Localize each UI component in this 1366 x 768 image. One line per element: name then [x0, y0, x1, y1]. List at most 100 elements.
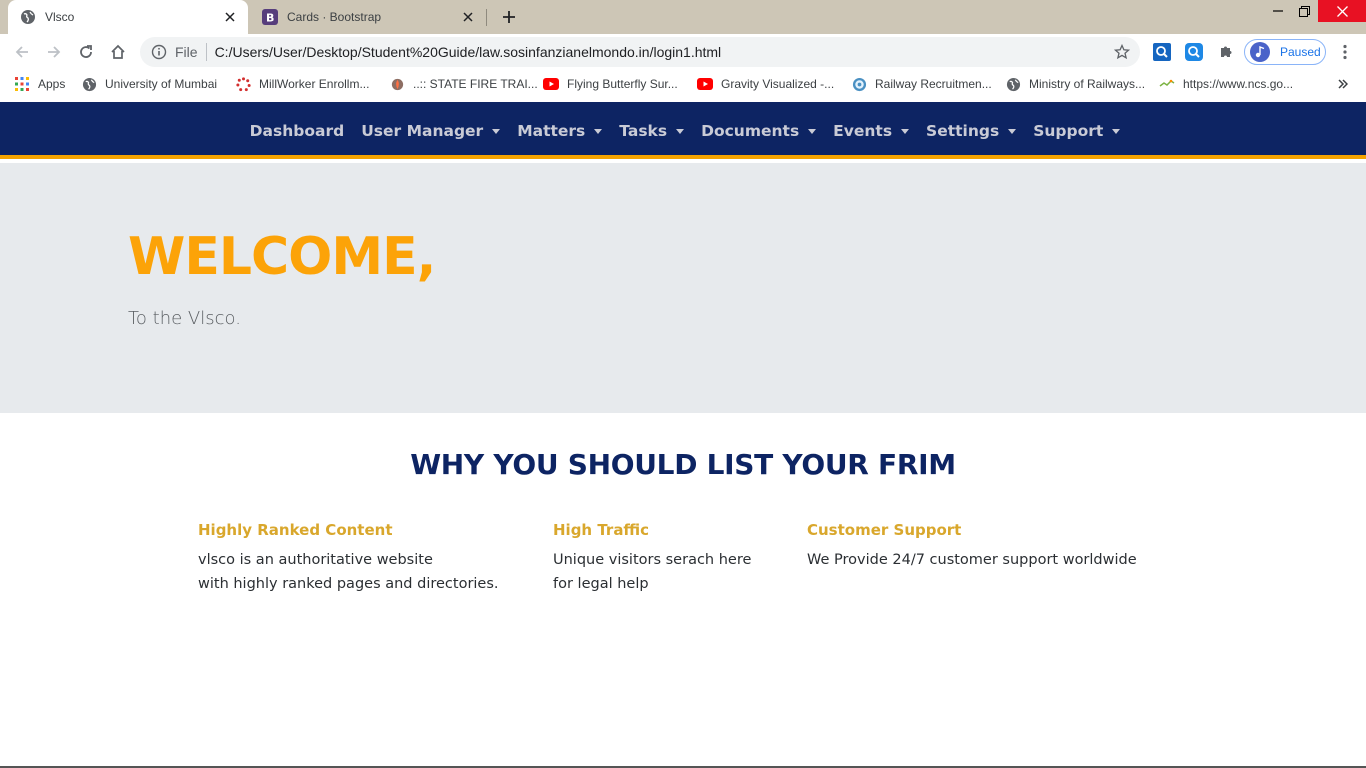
nav-user-manager[interactable]: User Manager: [361, 121, 501, 140]
fire-emblem-icon: [389, 76, 405, 92]
features-heading: WHY YOU SHOULD LIST YOUR FRIM: [410, 448, 956, 481]
bookmark-ministry-of-railways[interactable]: Ministry of Railways...: [1005, 75, 1145, 93]
extensions-puzzle-icon[interactable]: [1216, 42, 1236, 62]
feature-high-traffic: High Traffic Unique visitors serach here…: [553, 520, 751, 596]
minimize-icon: [1273, 10, 1283, 12]
hero-subtitle: To the Vlsco.: [128, 308, 241, 329]
address-bar[interactable]: File C:/Users/User/Desktop/Student%20Gui…: [140, 37, 1140, 67]
address-divider: [205, 43, 207, 61]
arrow-right-icon: [48, 46, 61, 58]
arrow-left-icon: [15, 46, 28, 58]
feature-title: Customer Support: [807, 521, 962, 539]
nav-settings[interactable]: Settings: [926, 121, 1017, 140]
star-icon[interactable]: [1114, 44, 1130, 60]
browser-tab-strip: Vlsco B Cards · Bootstrap: [0, 0, 1366, 34]
kebab-menu-icon: [1343, 44, 1347, 60]
bookmark-gravity-visualized[interactable]: Gravity Visualized -...: [697, 75, 834, 93]
bookmark-flying-butterfly[interactable]: Flying Butterfly Sur...: [543, 75, 678, 93]
profile-avatar-icon: [1250, 42, 1270, 62]
bookmark-millworker[interactable]: MillWorker Enrollm...: [235, 75, 369, 93]
nav-label: Settings: [926, 121, 1000, 140]
feature-highly-ranked-content: Highly Ranked Content vlsco is an author…: [198, 520, 499, 596]
site-navbar: Dashboard User Manager Matters Tasks Doc…: [0, 102, 1366, 159]
svg-text:B: B: [266, 12, 274, 25]
home-button[interactable]: [104, 38, 132, 66]
bookmark-state-fire[interactable]: ..:: STATE FIRE TRAI...: [389, 75, 538, 93]
reload-button[interactable]: [72, 38, 100, 66]
nav-label: User Manager: [361, 121, 484, 140]
feature-description: vlsco is an authoritative website with h…: [198, 548, 499, 596]
caret-down-icon: [1008, 128, 1017, 134]
caret-down-icon: [492, 128, 501, 134]
nav-tasks[interactable]: Tasks: [619, 121, 685, 140]
scheme-label: File: [175, 44, 198, 60]
nav-label: Events: [833, 121, 893, 140]
bookmark-railway-recruitment[interactable]: Railway Recruitmen...: [851, 75, 992, 93]
browser-menu-button[interactable]: [1334, 40, 1356, 64]
back-button[interactable]: [8, 38, 36, 66]
caret-down-icon: [901, 128, 910, 134]
feature-line: Unique visitors serach here: [553, 552, 752, 568]
nav-label: Matters: [517, 121, 586, 140]
bookmark-label: Railway Recruitmen...: [875, 77, 992, 91]
globe-icon: [1005, 76, 1021, 92]
youtube-icon: [697, 76, 713, 92]
minimize-button[interactable]: [1264, 0, 1292, 22]
feature-title: Highly Ranked Content: [198, 521, 393, 539]
hero-title: WELCOME,: [128, 227, 436, 287]
new-tab-button[interactable]: [498, 6, 520, 28]
caret-down-icon: [1112, 128, 1121, 134]
feature-description: We Provide 24/7 customer support worldwi…: [807, 548, 1137, 572]
youtube-icon: [543, 76, 559, 92]
tab-cards-bootstrap[interactable]: B Cards · Bootstrap: [250, 0, 486, 34]
tab-title: Vlsco: [45, 10, 75, 24]
bookmark-university-of-mumbai[interactable]: University of Mumbai: [81, 75, 217, 93]
info-icon[interactable]: [151, 44, 167, 60]
close-tab-icon[interactable]: [220, 7, 240, 27]
profile-paused-button[interactable]: Paused: [1244, 39, 1326, 65]
url-text[interactable]: C:/Users/User/Desktop/Student%20Guide/la…: [215, 44, 722, 60]
bookmark-apps[interactable]: Apps: [14, 75, 65, 93]
nav-matters[interactable]: Matters: [517, 121, 603, 140]
restore-icon: [1298, 5, 1310, 17]
bookmark-ncs[interactable]: https://www.ncs.go...: [1159, 75, 1293, 93]
bookmark-label: Flying Butterfly Sur...: [567, 77, 678, 91]
nav-documents[interactable]: Documents: [701, 121, 817, 140]
tab-vlsco[interactable]: Vlsco: [8, 0, 248, 34]
feature-line: vlsco is an authoritative website: [198, 552, 433, 568]
bookmark-label: University of Mumbai: [105, 77, 218, 91]
feature-line: with highly ranked pages and directories…: [198, 576, 499, 592]
feature-title: High Traffic: [553, 521, 650, 539]
loading-dots-icon: [235, 76, 251, 92]
nav-label: Documents: [701, 121, 800, 140]
lookup-extension-icon[interactable]: [1184, 42, 1204, 62]
caret-down-icon: [808, 128, 817, 134]
nav-label: Tasks: [619, 121, 668, 140]
tab-separator: [486, 9, 487, 26]
search-extension-icon[interactable]: [1152, 42, 1172, 62]
close-window-button[interactable]: [1318, 0, 1366, 22]
ncs-logo-icon: [1159, 76, 1175, 92]
feature-description: Unique visitors serach here for legal he…: [553, 548, 751, 596]
bookmark-label: MillWorker Enrollm...: [259, 77, 370, 91]
nav-dashboard[interactable]: Dashboard: [250, 122, 345, 140]
restore-button[interactable]: [1290, 0, 1318, 22]
home-icon: [111, 44, 125, 59]
feature-line: for legal help: [553, 576, 649, 592]
feature-customer-support: Customer Support We Provide 24/7 custome…: [807, 520, 1137, 572]
close-tab-icon[interactable]: [458, 7, 478, 27]
close-icon: [1336, 5, 1348, 17]
bookmark-label: https://www.ncs.go...: [1183, 77, 1294, 91]
bookmark-label: Apps: [38, 77, 66, 91]
caret-down-icon: [594, 128, 603, 134]
nav-support[interactable]: Support: [1033, 122, 1121, 140]
globe-icon: [20, 9, 36, 25]
apps-grid-icon: [14, 76, 30, 92]
forward-button[interactable]: [40, 38, 68, 66]
double-chevron-right-icon: [1338, 79, 1348, 89]
nav-events[interactable]: Events: [833, 121, 910, 140]
nav-label: Dashboard: [249, 121, 345, 140]
bootstrap-icon: B: [262, 9, 278, 25]
bookmarks-overflow-button[interactable]: [1334, 75, 1352, 93]
bookmark-label: Gravity Visualized -...: [721, 77, 835, 91]
